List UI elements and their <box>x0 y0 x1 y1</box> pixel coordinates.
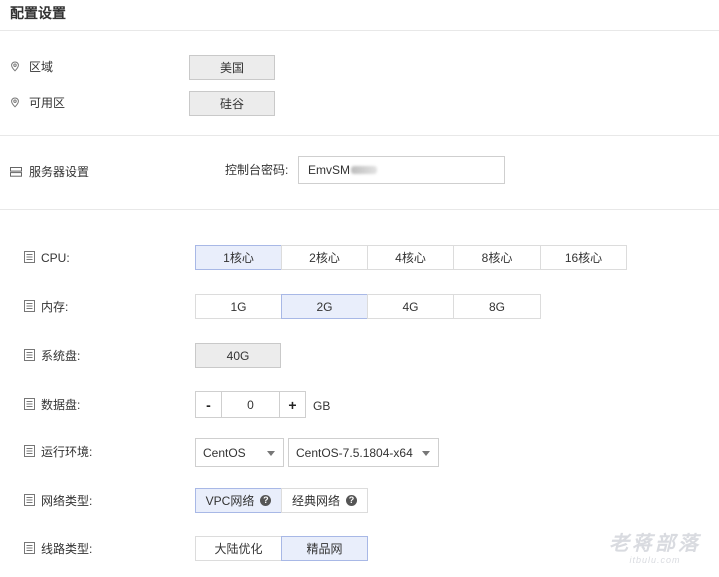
zone-select[interactable]: 硅谷 <box>189 91 275 116</box>
cpu-option-2[interactable]: 2核心 <box>281 245 368 270</box>
network-option-vpc[interactable]: VPC网络 ? <box>195 488 282 513</box>
system-disk-value: 40G <box>195 343 281 368</box>
cpu-option-8[interactable]: 8核心 <box>453 245 541 270</box>
help-icon[interactable]: ? <box>260 495 272 506</box>
cpu-option-16[interactable]: 16核心 <box>540 245 627 270</box>
cpu-label: CPU: <box>41 251 70 265</box>
divider <box>0 135 719 136</box>
line-type-label: 线路类型: <box>41 542 93 556</box>
list-icon <box>24 398 35 410</box>
cpu-option-1[interactable]: 1核心 <box>195 245 282 270</box>
list-icon <box>24 251 35 263</box>
network-option-vpc-label: VPC网络 <box>205 494 255 508</box>
page-title: 配置设置 <box>10 5 66 21</box>
location-pin-icon <box>10 61 20 72</box>
system-disk-label: 系统盘: <box>41 349 81 363</box>
data-disk-increment-button[interactable]: + <box>279 391 306 418</box>
list-icon <box>24 542 35 554</box>
chevron-down-icon <box>422 451 430 456</box>
zone-label: 可用区 <box>29 96 66 110</box>
data-disk-decrement-button[interactable]: - <box>195 391 222 418</box>
region-select[interactable]: 美国 <box>189 55 275 80</box>
cpu-option-4[interactable]: 4核心 <box>367 245 454 270</box>
list-icon <box>24 300 35 312</box>
console-password-value: EmvSM <box>308 163 350 177</box>
os-version-value: CentOS-7.5.1804-x64 <box>296 445 413 460</box>
console-password-input[interactable]: EmvSM <box>298 156 505 184</box>
line-option-mainland[interactable]: 大陆优化 <box>195 536 282 561</box>
watermark-main: 老蒋部落 <box>609 533 701 555</box>
console-password-label: 控制台密码: <box>225 163 289 177</box>
data-disk-label: 数据盘: <box>41 398 81 412</box>
masked-text <box>351 166 377 174</box>
os-version-select[interactable]: CentOS-7.5.1804-x64 <box>288 438 439 467</box>
line-option-premium[interactable]: 精品网 <box>281 536 368 561</box>
server-icon <box>10 167 22 177</box>
memory-label: 内存: <box>41 300 69 314</box>
network-option-classic-label: 经典网络 <box>291 494 340 508</box>
server-settings-label: 服务器设置 <box>29 165 90 179</box>
divider <box>0 209 719 210</box>
divider <box>0 30 719 31</box>
memory-option-2g[interactable]: 2G <box>281 294 368 319</box>
region-label: 区域 <box>29 60 54 74</box>
location-pin-icon <box>10 97 20 108</box>
network-type-label: 网络类型: <box>41 494 93 508</box>
data-disk-unit: GB <box>313 399 331 413</box>
watermark-sub: itbulu.com <box>629 555 681 565</box>
data-disk-input[interactable]: 0 <box>221 391 280 418</box>
network-option-classic[interactable]: 经典网络 ? <box>281 488 368 513</box>
list-icon <box>24 349 35 361</box>
memory-option-8g[interactable]: 8G <box>453 294 541 319</box>
memory-option-1g[interactable]: 1G <box>195 294 282 319</box>
chevron-down-icon <box>267 451 275 456</box>
list-icon <box>24 445 35 457</box>
memory-option-4g[interactable]: 4G <box>367 294 454 319</box>
os-select[interactable]: CentOS <box>195 438 284 467</box>
runtime-label: 运行环境: <box>41 445 93 459</box>
os-select-value: CentOS <box>203 445 246 460</box>
help-icon[interactable]: ? <box>346 495 357 506</box>
watermark: 老蒋部落 itbulu.com <box>609 533 701 565</box>
list-icon <box>24 494 35 506</box>
